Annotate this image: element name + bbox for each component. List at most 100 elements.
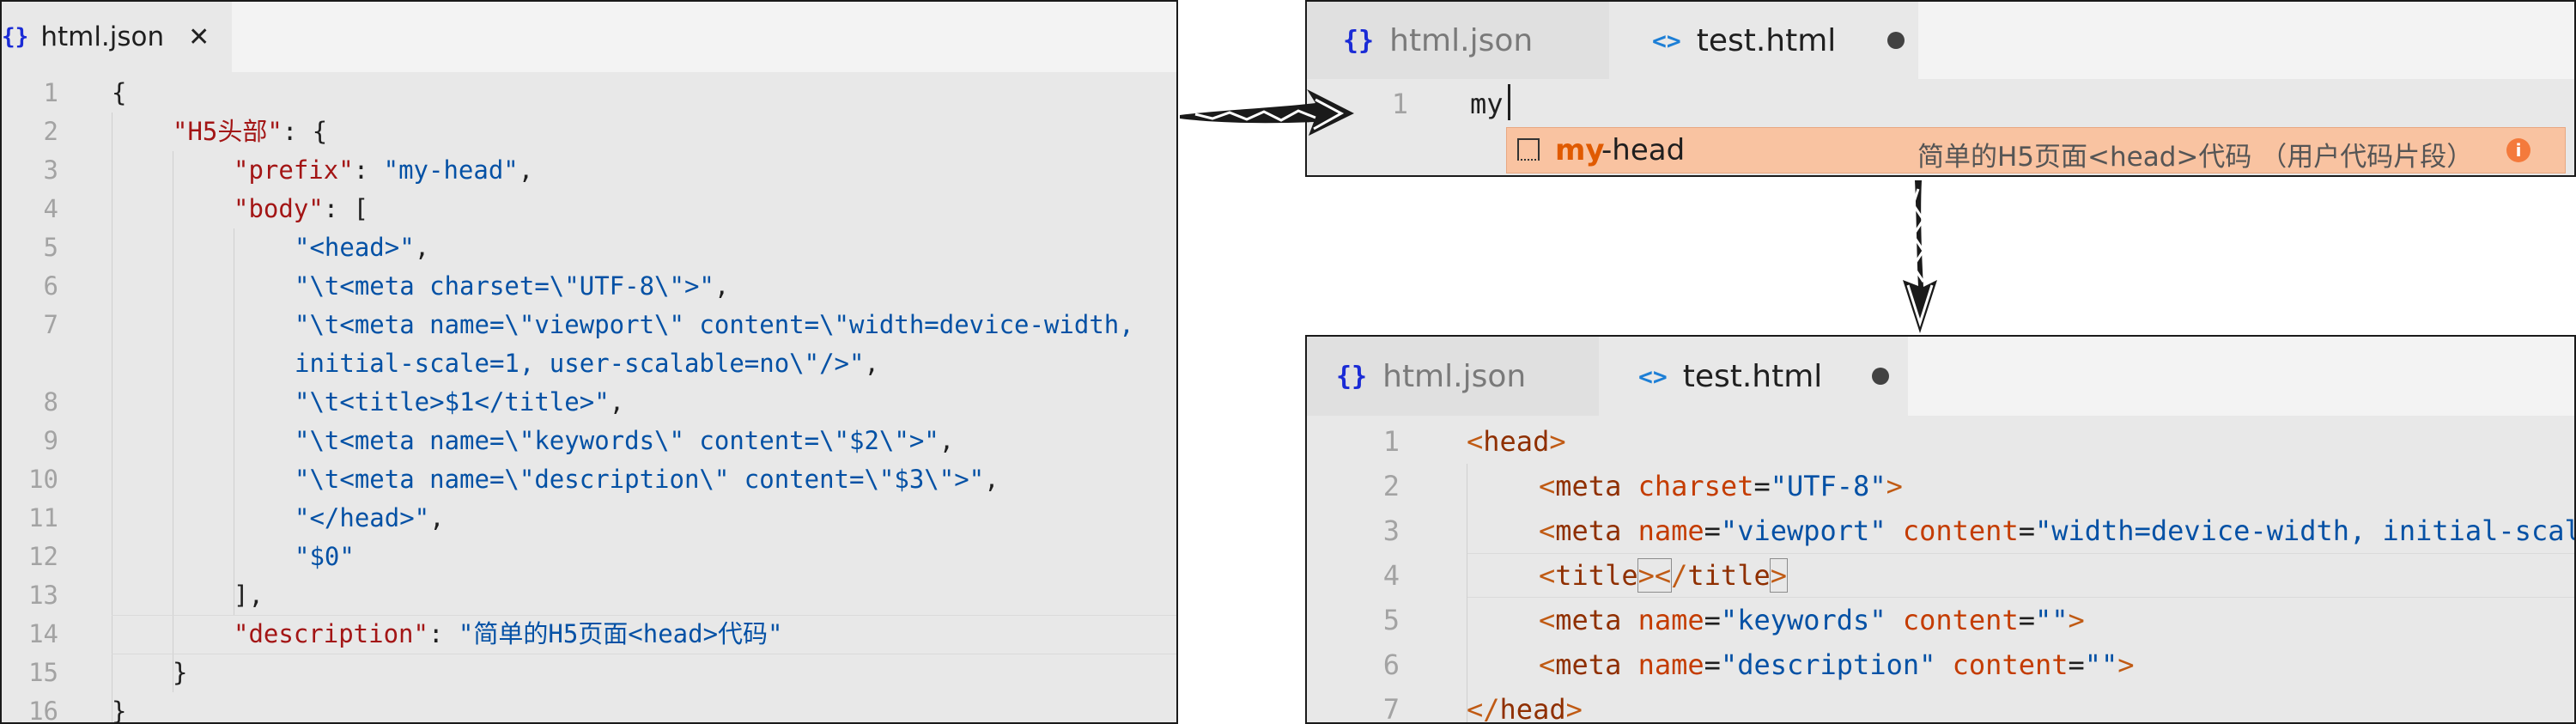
code-line[interactable]: 10 "\t<meta name=\"description\" content=… (2, 460, 1176, 499)
code-line[interactable]: 1{ (2, 74, 1176, 113)
code-token: head (1483, 425, 1550, 458)
code-token: { (112, 78, 127, 107)
code-line[interactable]: 3 <meta name="viewport" content="width=de… (1307, 508, 2574, 553)
typed-text: my (1470, 88, 1504, 120)
code-line[interactable]: 7 </head> (1307, 687, 2574, 724)
bottom-code-area[interactable]: 1 <head> 2 <meta charset="UTF-8"> 3 <meta nam… (1307, 416, 2574, 722)
code-token: : (428, 619, 459, 648)
tab-label: test.html (1696, 22, 1837, 58)
suggestion-match: my (1555, 133, 1605, 167)
bottom-tab-bar: {} html.json <> test.html (1307, 337, 2574, 416)
code-token: , (984, 465, 999, 494)
line-number: 1 (1382, 425, 1400, 458)
code-line[interactable]: 14 "description": "简单的H5页面<head>代码" (2, 615, 1176, 654)
code-line[interactable]: 7 "\t<meta name=\"viewport\" content=\"wi… (2, 306, 1176, 344)
editor-line[interactable]: 1 my (1307, 79, 2574, 131)
code-token: , (939, 426, 955, 455)
code-token: : [ (323, 194, 369, 223)
tab-test-html[interactable]: <> test.html (1599, 337, 1908, 416)
code-token: "" (2084, 648, 2118, 681)
code-line[interactable]: 3 "prefix": "my-head", (2, 151, 1176, 190)
code-line[interactable]: 12 "$0" (2, 538, 1176, 576)
code-line[interactable]: 6 <meta name="description" content=""> (1307, 642, 2574, 687)
code-line[interactable]: 5 <meta name="keywords" content=""> (1307, 598, 2574, 642)
json-file-icon: {} (2, 24, 29, 50)
code-token: / (1671, 559, 1688, 592)
autocomplete-suggestion[interactable]: my -head 简单的H5页面<head>代码 （用户代码片段） i (1506, 127, 2566, 173)
code-token: } (173, 658, 188, 687)
code-token: "UTF-8" (1770, 470, 1886, 502)
code-token: , (429, 503, 445, 532)
info-icon[interactable]: i (2506, 138, 2530, 162)
code-token: title (1555, 559, 1638, 592)
tab-test-html[interactable]: <> test.html (1609, 2, 1918, 79)
line-number: 15 (28, 658, 58, 687)
code-token: > (1886, 470, 1903, 502)
left-code-area[interactable]: 1{2 "H5头部": {3 "prefix": "my-head", 4 "body"… (2, 72, 1176, 722)
code-token: meta (1555, 604, 1638, 636)
html-file-icon: <> (1638, 362, 1668, 391)
code-token: initial-scale=1, user-scalable=no\"/>" (295, 349, 865, 378)
code-token: "description" (1720, 648, 1936, 681)
unsaved-dot-icon[interactable] (1887, 32, 1905, 49)
code-line[interactable]: 4 <title></title> (1307, 553, 2574, 598)
close-icon[interactable]: ✕ (188, 22, 210, 52)
code-token: "viewport" (1720, 514, 1886, 547)
code-line[interactable]: 11 "</head>", (2, 499, 1176, 538)
code-token: meta (1555, 470, 1638, 502)
code-token: = (1704, 514, 1721, 547)
code-token: > (2117, 648, 2135, 681)
line-number: 5 (43, 233, 58, 262)
line-number: 3 (43, 155, 58, 185)
code-line[interactable]: 15} (2, 654, 1176, 692)
line-number: 7 (43, 310, 58, 339)
code-token: < (1539, 559, 1556, 592)
tab-html-json[interactable]: {} html.json ✕ (2, 2, 232, 72)
code-text: } (173, 654, 187, 692)
left-tab-bar: {} html.json ✕ (2, 2, 1176, 72)
code-line[interactable]: 13], (2, 576, 1176, 615)
code-token: "description" (234, 619, 428, 648)
line-number: 5 (1382, 604, 1400, 636)
code-text: "\t<meta name=\"keywords\" content=\"$2\… (295, 422, 954, 460)
code-token: "\t<meta charset=\"UTF-8\">" (295, 271, 714, 301)
code-line[interactable]: 5 "<head>", (2, 228, 1176, 267)
line-number: 7 (1382, 693, 1400, 724)
code-token: < (1467, 425, 1484, 458)
code-line[interactable]: 2 "H5头部": { (2, 113, 1176, 151)
code-text: "</head>", (295, 499, 445, 538)
tab-label: html.json (1389, 22, 1534, 58)
code-token: "<head>" (295, 233, 415, 262)
code-text: { (112, 74, 126, 113)
code-text: ], (234, 576, 264, 615)
code-token: : (353, 155, 384, 185)
code-line[interactable]: 9 "\t<meta name=\"keywords\" content=\"$2… (2, 422, 1176, 460)
tab-html-json[interactable]: {} html.json (1307, 2, 1609, 79)
code-token: content (1902, 514, 2019, 547)
code-line[interactable]: 16} (2, 692, 1176, 722)
code-line[interactable]: 8 "\t<title>$1</title>", (2, 383, 1176, 422)
tab-html-json[interactable]: {} html.json (1307, 337, 1599, 416)
unsaved-dot-icon[interactable] (1872, 368, 1890, 385)
code-token: "H5头部" (173, 117, 283, 146)
code-token: name (1637, 514, 1704, 547)
snippet-icon (1517, 138, 1540, 161)
code-text: "\t<title>$1</title>", (295, 383, 624, 422)
code-token: content (1952, 648, 2069, 681)
code-token: : { (282, 117, 328, 146)
line-number: 12 (28, 542, 58, 571)
code-line[interactable]: 2 <meta charset="UTF-8"> (1307, 464, 2574, 508)
code-token: = (1704, 604, 1721, 636)
code-line[interactable]: initial-scale=1, user-scalable=no\"/>", (2, 344, 1176, 383)
code-line[interactable]: 1 <head> (1307, 419, 2574, 464)
line-number: 11 (28, 503, 58, 532)
suggestion-rest: -head (1601, 133, 1686, 167)
code-token: meta (1555, 514, 1638, 547)
code-text: } (112, 692, 126, 722)
code-line[interactable]: 6 "\t<meta charset=\"UTF-8\">", (2, 267, 1176, 306)
line-number: 6 (43, 271, 58, 301)
code-line[interactable]: 4 "body": [ (2, 190, 1176, 228)
